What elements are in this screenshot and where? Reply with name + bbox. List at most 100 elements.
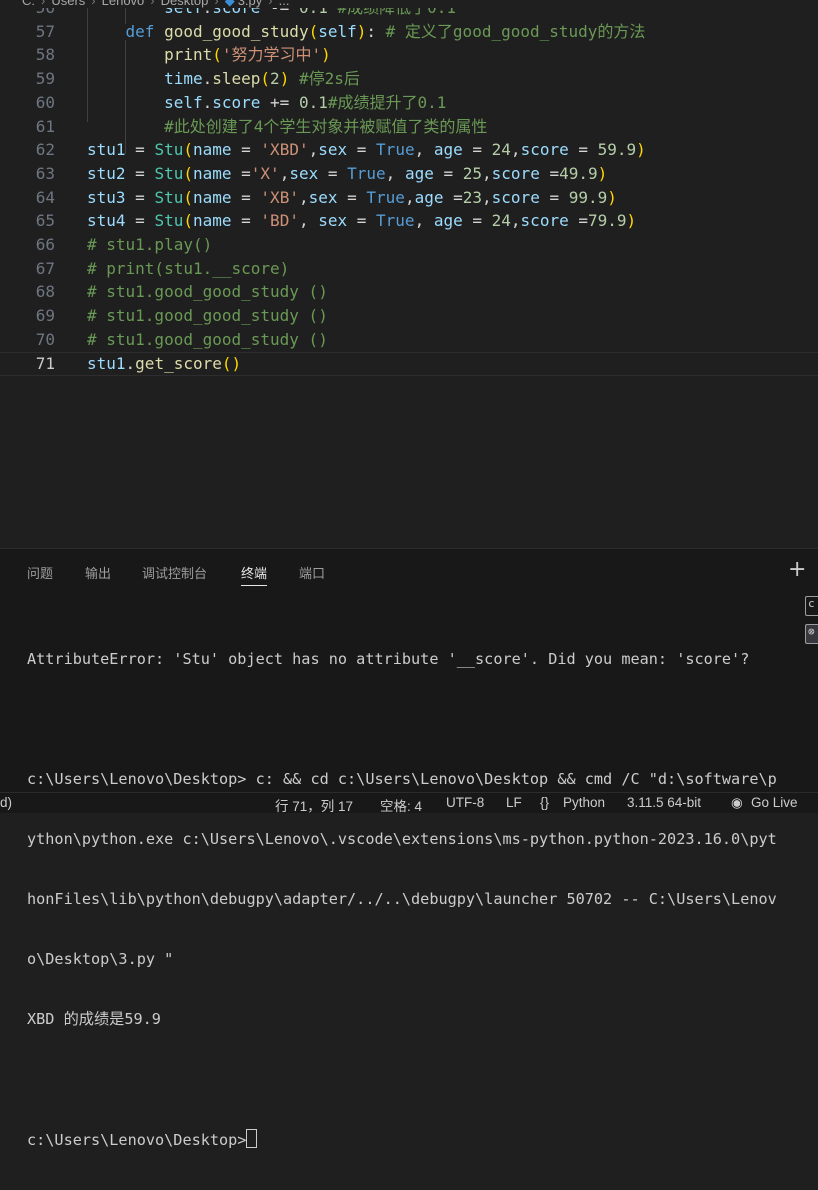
- code-token: print: [164, 45, 213, 65]
- code-token: =: [125, 187, 155, 207]
- code-line[interactable]: 68 # stu1.good_good_study (): [0, 280, 818, 304]
- new-terminal-plus-icon[interactable]: +: [788, 557, 806, 582]
- code-token: self: [164, 8, 203, 17]
- breadcrumb-item-drive[interactable]: C:: [22, 0, 35, 8]
- code-token: score: [212, 8, 260, 17]
- code-token: #停2s后: [289, 69, 360, 89]
- code-line[interactable]: 66 # stu1.play(): [0, 233, 818, 257]
- code-token: ,: [482, 187, 492, 207]
- code-token: (: [221, 353, 232, 373]
- terminal-line: o\Desktop\3.py ": [27, 950, 174, 968]
- code-text: def good_good_study(self): # 定义了good_goo…: [87, 20, 646, 44]
- code-line[interactable]: 63 stu2 = Stu(name ='X',sex = True, age =…: [0, 162, 818, 186]
- code-text: #此处创建了4个学生对象并被赋值了类的属性: [87, 115, 487, 139]
- chevron-right-icon: ›: [91, 0, 96, 8]
- code-token: sex: [308, 187, 338, 207]
- status-go-live[interactable]: Go Live: [751, 795, 798, 810]
- code-token: # stu1.play(): [87, 235, 213, 254]
- code-token: stu1: [87, 140, 126, 160]
- code-token: age: [433, 140, 463, 160]
- breadcrumb-item-desktop[interactable]: Desktop: [161, 0, 209, 8]
- code-line[interactable]: 58 print('努力学习中'): [0, 43, 818, 67]
- code-text: stu1 = Stu(name = 'XBD',sex = True, age …: [87, 138, 646, 162]
- code-token: ,: [298, 211, 319, 231]
- breadcrumb-item-lenovo[interactable]: Lenovo: [102, 0, 145, 8]
- tab-ports[interactable]: 端口: [299, 563, 325, 582]
- code-line[interactable]: 57 def good_good_study(self): # 定义了good_…: [0, 20, 818, 44]
- code-token: =: [539, 187, 569, 207]
- code-line[interactable]: 62 stu1 = Stu(name = 'XBD',sex = True, ag…: [0, 138, 818, 162]
- terminal-line: ython\python.exe c:\Users\Lenovo\.vscode…: [27, 830, 777, 848]
- code-token: self: [164, 92, 203, 112]
- line-number: 56: [0, 8, 55, 20]
- status-indentation[interactable]: 空格: 4: [380, 795, 422, 815]
- line-number: 69: [35, 306, 55, 326]
- tab-output[interactable]: 输出: [85, 563, 111, 582]
- code-token: score: [212, 92, 261, 112]
- code-token: ): [321, 45, 331, 65]
- breadcrumb-item-users[interactable]: Users: [51, 0, 85, 8]
- code-line[interactable]: 61 #此处创建了4个学生对象并被赋值了类的属性: [0, 115, 818, 139]
- terminal-list-icon[interactable]: c: [805, 596, 818, 616]
- code-line[interactable]: 56 self.score -= 0.1 #成绩降低了0.1: [0, 8, 818, 20]
- line-number: 62: [35, 140, 55, 160]
- code-token: .: [202, 69, 213, 89]
- debug-terminal-icon[interactable]: ⊗: [805, 624, 818, 644]
- code-line[interactable]: 59 time.sleep(2) #停2s后: [0, 67, 818, 91]
- code-token: name: [192, 211, 232, 231]
- code-token: ): [626, 211, 637, 231]
- status-language[interactable]: Python: [563, 795, 605, 810]
- status-interpreter[interactable]: 3.11.5 64-bit: [627, 795, 701, 810]
- python-file-icon: ◆: [224, 0, 235, 8]
- code-token: 'XB': [260, 187, 299, 207]
- code-token: =: [125, 211, 155, 231]
- bottom-panel: 问题 输出 调试控制台 终端 端口 + c ⊗ AttributeError: …: [0, 548, 818, 1149]
- code-token: (: [183, 163, 193, 183]
- code-token: +=: [260, 92, 299, 112]
- code-line[interactable]: 70 # stu1.good_good_study (): [0, 328, 818, 352]
- code-line[interactable]: 60 self.score += 0.1#成绩提升了0.1: [0, 91, 818, 115]
- code-token: ,: [308, 140, 319, 160]
- status-eol[interactable]: LF: [506, 795, 522, 810]
- code-token: 'XBD': [260, 140, 309, 160]
- terminal-prompt: c:\Users\Lenovo\Desktop>: [27, 1131, 247, 1149]
- code-line[interactable]: 64 stu3 = Stu(name = 'XB',sex = True,age …: [0, 186, 818, 210]
- code-token: True: [347, 163, 386, 183]
- code-token: =: [539, 163, 560, 183]
- tab-problems[interactable]: 问题: [27, 563, 53, 582]
- braces-icon: {}: [540, 795, 550, 810]
- code-line[interactable]: 67 # print(stu1.__score): [0, 257, 818, 281]
- code-token: score: [520, 140, 569, 160]
- code-line[interactable]: 65 stu4 = Stu(name = 'BD', sex = True, ag…: [0, 209, 818, 233]
- code-token: ): [607, 187, 617, 207]
- status-encoding[interactable]: UTF-8: [446, 795, 484, 810]
- line-number: 65: [35, 211, 55, 231]
- code-line[interactable]: 69 # stu1.good_good_study (): [0, 304, 818, 328]
- breadcrumb-item-more[interactable]: ...: [279, 0, 290, 8]
- code-token: (: [212, 45, 222, 65]
- code-token: score: [520, 211, 569, 231]
- terminal-cursor: [246, 1129, 258, 1148]
- code-token: ): [279, 69, 290, 89]
- code-line[interactable]: 71 stu1.get_score(): [0, 352, 818, 376]
- code-token: get_score: [135, 353, 222, 373]
- code-token: .: [203, 8, 213, 17]
- code-token: #成绩提升了0.1: [327, 92, 447, 112]
- code-token: 79.9: [587, 211, 627, 231]
- code-text: self.score -= 0.1 #成绩降低了0.1: [87, 8, 456, 20]
- line-number: 60: [35, 92, 55, 112]
- tab-terminal[interactable]: 终端: [241, 563, 268, 586]
- code-editor[interactable]: 56 self.score -= 0.1 #成绩降低了0.157 def goo…: [0, 8, 818, 548]
- status-cursor-position[interactable]: 行 71，列 17: [275, 795, 353, 815]
- code-token: age: [414, 187, 444, 207]
- tab-debug-console[interactable]: 调试控制台: [142, 563, 207, 582]
- terminal-output[interactable]: AttributeError: 'Stu' object has no attr…: [27, 609, 777, 1190]
- code-token: # stu1.good_good_study (): [87, 306, 328, 326]
- code-text: print('努力学习中'): [87, 43, 331, 67]
- breadcrumb-item-file[interactable]: 3.py: [238, 0, 263, 8]
- code-token: =: [347, 140, 377, 160]
- code-token: ,: [414, 211, 434, 231]
